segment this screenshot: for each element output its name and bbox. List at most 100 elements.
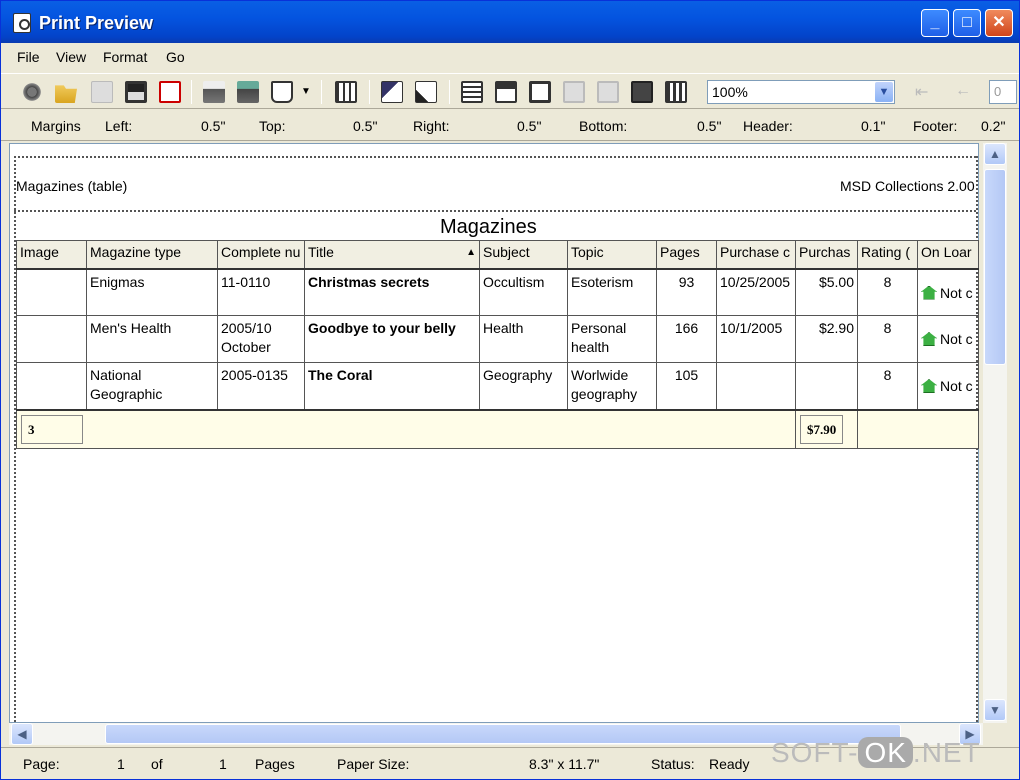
previous-page-icon: ← <box>955 82 971 99</box>
open-folder-icon[interactable] <box>55 85 77 103</box>
menu-go[interactable]: Go <box>166 49 185 65</box>
footer-margin-value[interactable]: 0.2" <box>981 118 1005 134</box>
preview-page[interactable]: Magazines (table) MSD Collections 2.00 M… <box>9 143 979 723</box>
sort-ascending-icon: ▲ <box>466 247 476 258</box>
page-number-input[interactable]: 0 <box>989 80 1017 104</box>
scroll-up-arrow-icon[interactable]: ▲ <box>984 143 1006 165</box>
status-label: Status: <box>651 756 695 772</box>
vertical-scroll-thumb[interactable] <box>984 169 1006 365</box>
home-icon <box>921 332 937 346</box>
column-header-pages[interactable]: Pages <box>656 240 717 270</box>
cell-complete-number: 2005/10 October <box>217 315 305 363</box>
margins-bar: Margins Left: 0.5" Top: 0.5" Right: 0.5"… <box>1 111 1019 141</box>
cell-complete-number: 11-0110 <box>217 268 305 316</box>
record-count: 3 <box>21 414 83 444</box>
column-header-purchase-price[interactable]: Purchas <box>795 240 858 270</box>
cell-title: Christmas secrets <box>304 268 480 316</box>
toolbar: ▼ 100% ▼ ⇤ ← 0 <box>1 73 1019 109</box>
summary-total-cell: $7.90 <box>795 408 858 449</box>
save-disk-icon[interactable] <box>125 81 147 103</box>
cell-rating: 8 <box>857 315 918 363</box>
zoom-select[interactable]: 100% ▼ <box>707 80 895 104</box>
cell-topic: Personal health <box>567 315 657 363</box>
table-row: Enigmas 11-0110 Christmas secrets Occult… <box>16 268 979 316</box>
print-preview-window: Print Preview _ □ ✕ File View Format Go … <box>0 0 1020 780</box>
column-header-magazine-type[interactable]: Magazine type <box>86 240 218 270</box>
book-icon[interactable] <box>271 81 293 103</box>
close-button[interactable]: ✕ <box>985 9 1013 37</box>
cell-subject: Occultism <box>479 268 568 316</box>
status-value: Ready <box>709 756 750 772</box>
report-header-left: Magazines (table) <box>16 178 128 194</box>
watermark-logo: SOFT- OK .NET <box>771 737 981 768</box>
report-title: Magazines <box>440 216 537 238</box>
print-icon[interactable] <box>203 81 225 103</box>
pages-label: Pages <box>255 756 295 772</box>
column-header-title[interactable]: Title ▲ <box>304 240 480 270</box>
cell-rating: 8 <box>857 268 918 316</box>
format-icon[interactable] <box>415 81 437 103</box>
paper-size-label: Paper Size: <box>337 756 410 772</box>
column-header-rating[interactable]: Rating ( <box>857 240 918 270</box>
column-header-purchase-date[interactable]: Purchase c <box>716 240 796 270</box>
first-page-icon: ⇤ <box>915 84 929 101</box>
on-loan-text: Not c <box>940 284 973 301</box>
title-bar[interactable]: Print Preview _ □ ✕ <box>1 1 1019 43</box>
column-header-topic[interactable]: Topic <box>567 240 657 270</box>
disabled-document-icon <box>91 81 113 103</box>
scroll-down-arrow-icon[interactable]: ▼ <box>984 699 1006 721</box>
table-row: National Geographic 2005-0135 The Coral … <box>16 362 979 410</box>
single-page-icon[interactable] <box>461 81 483 103</box>
chevron-down-icon[interactable]: ▼ <box>301 86 311 97</box>
maximize-button[interactable]: □ <box>953 9 981 37</box>
cell-purchase-price <box>795 362 858 410</box>
current-page: 1 <box>117 756 125 772</box>
cell-rating: 8 <box>857 362 918 410</box>
summary-empty-cell <box>857 408 979 449</box>
summary-count-cell: 3 <box>16 408 796 449</box>
cell-subject: Geography <box>479 362 568 410</box>
zoom-dropdown-chevron-icon[interactable]: ▼ <box>875 82 893 102</box>
bottom-margin-value[interactable]: 0.5" <box>697 118 721 134</box>
menu-view[interactable]: View <box>56 49 86 65</box>
multi-pages-icon[interactable] <box>631 81 653 103</box>
of-label: of <box>151 756 163 772</box>
whole-page-icon[interactable] <box>529 81 551 103</box>
cell-magazine-type: Enigmas <box>86 268 218 316</box>
column-header-on-loan[interactable]: On Loar <box>917 240 979 270</box>
margins-label: Margins <box>31 118 81 134</box>
top-margin-label: Top: <box>259 118 286 134</box>
grid-view-icon[interactable] <box>335 81 357 103</box>
page-setup-icon[interactable] <box>381 81 403 103</box>
page-width-icon[interactable] <box>495 81 517 103</box>
column-header-title-label: Title <box>308 244 334 260</box>
scroll-left-arrow-icon[interactable]: ◀ <box>11 723 33 745</box>
on-loan-text: Not c <box>940 331 973 347</box>
minimize-button[interactable]: _ <box>921 9 949 37</box>
vertical-scrollbar[interactable]: ▲ ▼ <box>983 143 1007 723</box>
table-summary-row: 3 $7.90 <box>16 408 979 449</box>
pdf-export-icon[interactable] <box>159 81 181 103</box>
menu-file[interactable]: File <box>17 49 40 65</box>
cell-on-loan: Not c <box>917 362 979 410</box>
cell-pages: 93 <box>656 268 717 316</box>
top-margin-value[interactable]: 0.5" <box>353 118 377 134</box>
column-header-complete-number[interactable]: Complete nu <box>217 240 305 270</box>
cell-title: Goodbye to your belly <box>304 315 480 363</box>
cell-pages: 166 <box>656 315 717 363</box>
right-margin-value[interactable]: 0.5" <box>517 118 541 134</box>
column-header-image[interactable]: Image <box>16 240 87 270</box>
print-setup-icon[interactable] <box>237 81 259 103</box>
print-preview-app-icon[interactable] <box>13 13 31 33</box>
menu-format[interactable]: Format <box>103 49 147 65</box>
cell-purchase-price: $5.00 <box>795 268 858 316</box>
cell-image <box>16 362 87 410</box>
settings-gear-icon[interactable] <box>21 81 43 103</box>
zoom-value: 100% <box>712 84 748 100</box>
four-pages-icon <box>597 81 619 103</box>
thumbnails-icon[interactable] <box>665 81 687 103</box>
bottom-margin-label: Bottom: <box>579 118 628 134</box>
column-header-subject[interactable]: Subject <box>479 240 568 270</box>
left-margin-value[interactable]: 0.5" <box>201 118 225 134</box>
header-margin-value[interactable]: 0.1" <box>861 118 885 134</box>
